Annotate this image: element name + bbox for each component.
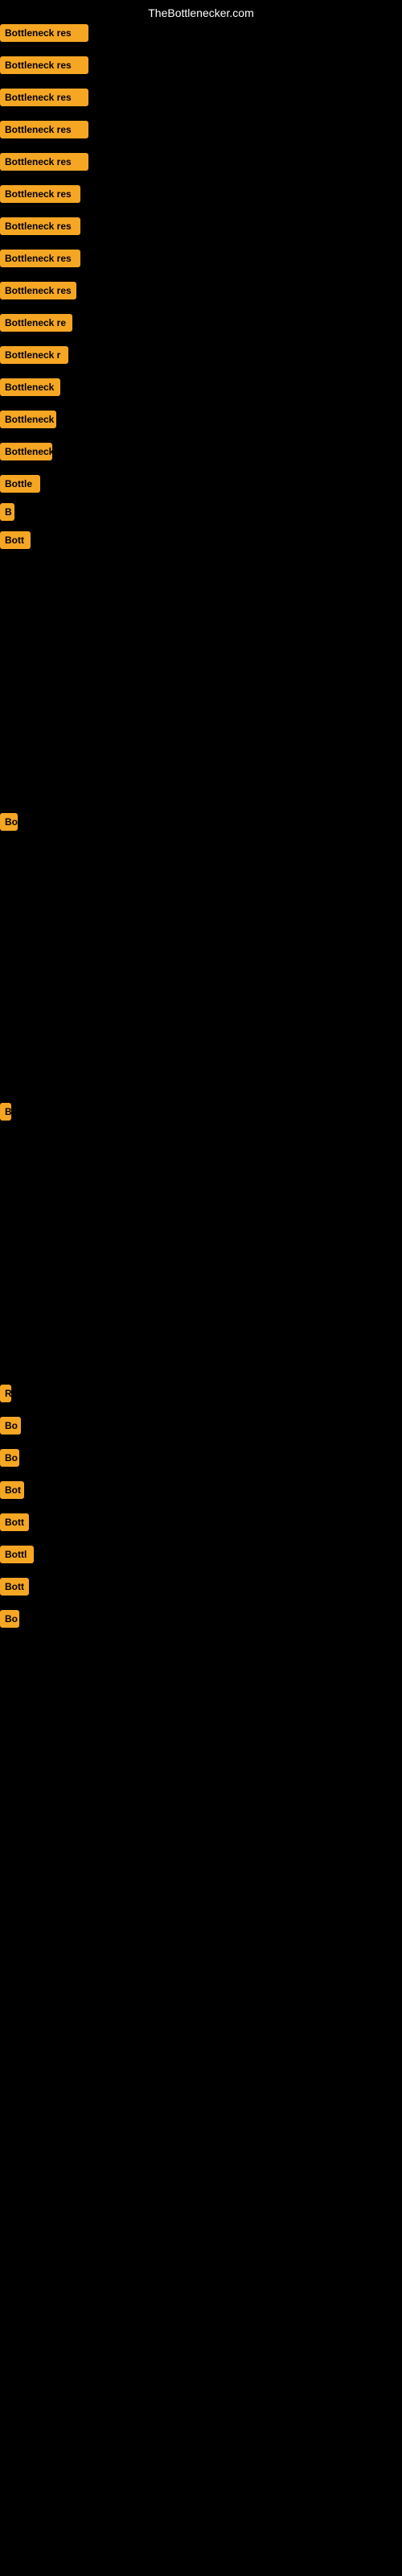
bottleneck-button-21[interactable]: Bo (0, 1417, 21, 1435)
bottleneck-button-7[interactable]: Bottleneck res (0, 217, 80, 235)
bottleneck-button-18[interactable]: Bo (0, 813, 18, 831)
bottleneck-button-22[interactable]: Bo (0, 1449, 19, 1467)
bottleneck-button-15[interactable]: Bottle (0, 475, 40, 493)
bottleneck-button-5[interactable]: Bottleneck res (0, 153, 88, 171)
bottleneck-button-27[interactable]: Bo (0, 1610, 19, 1628)
bottleneck-button-17[interactable]: Bott (0, 531, 31, 549)
bottleneck-button-14[interactable]: Bottleneck (0, 443, 52, 460)
bottleneck-button-25[interactable]: Bottl (0, 1546, 34, 1563)
bottleneck-button-11[interactable]: Bottleneck r (0, 346, 68, 364)
bottleneck-button-13[interactable]: Bottleneck (0, 411, 56, 428)
bottleneck-button-12[interactable]: Bottleneck (0, 378, 60, 396)
bottleneck-button-10[interactable]: Bottleneck re (0, 314, 72, 332)
bottleneck-button-16[interactable]: B (0, 503, 14, 521)
bottleneck-button-24[interactable]: Bott (0, 1513, 29, 1531)
bottleneck-button-4[interactable]: Bottleneck res (0, 121, 88, 138)
bottleneck-button-2[interactable]: Bottleneck res (0, 56, 88, 74)
bottleneck-button-20[interactable]: R (0, 1385, 11, 1402)
bottleneck-button-8[interactable]: Bottleneck res (0, 250, 80, 267)
site-title: TheBottlenecker.com (0, 0, 402, 26)
bottleneck-button-3[interactable]: Bottleneck res (0, 89, 88, 106)
bottleneck-button-1[interactable]: Bottleneck res (0, 24, 88, 42)
bottleneck-button-9[interactable]: Bottleneck res (0, 282, 76, 299)
bottleneck-button-6[interactable]: Bottleneck res (0, 185, 80, 203)
bottleneck-button-23[interactable]: Bot (0, 1481, 24, 1499)
bottleneck-button-19[interactable]: B (0, 1103, 11, 1121)
bottleneck-button-26[interactable]: Bott (0, 1578, 29, 1596)
